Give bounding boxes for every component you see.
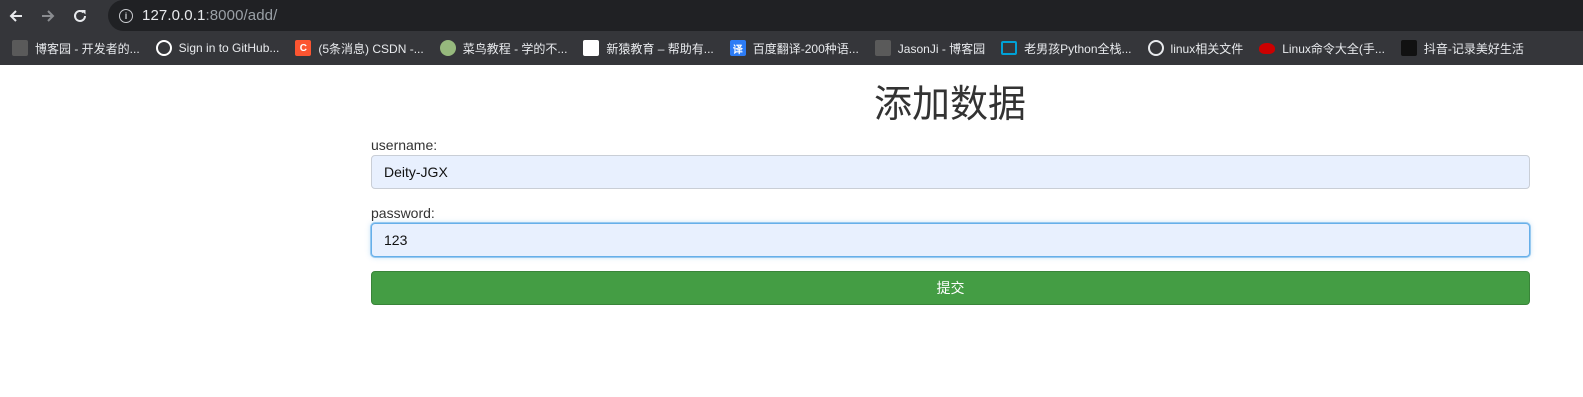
bookmark-item[interactable]: 博客园 - 开发者的... [12, 40, 140, 57]
cnblogs-icon [874, 40, 891, 56]
bookmark-item[interactable]: JasonJi - 博客园 [874, 40, 986, 57]
bookmark-item[interactable]: Linux命令大全(手... [1259, 40, 1385, 57]
submit-button[interactable]: 提交 [371, 271, 1530, 305]
bookmark-item[interactable]: 菜鸟教程 - 学的不... [439, 40, 568, 57]
csdn-icon: C [295, 40, 312, 56]
globe-icon [1147, 40, 1164, 56]
page-title: 添加数据 [873, 84, 1026, 126]
bookmark-label: linux相关文件 [1170, 41, 1244, 56]
redhat-icon [1259, 42, 1276, 54]
bookmark-label: JasonJi - 博客园 [897, 41, 986, 56]
bookmark-item[interactable]: 译百度翻译-200种语... [729, 40, 859, 57]
bilibili-icon [1001, 41, 1018, 55]
forward-button[interactable] [32, 0, 64, 31]
douyin-icon [1400, 40, 1417, 56]
runoob-icon [439, 40, 456, 56]
bookmark-label: 百度翻译-200种语... [752, 41, 859, 56]
url-host: 127.0.0.1 [142, 7, 206, 24]
username-label: username: [371, 137, 438, 153]
bookmark-item[interactable]: 新猿教育 – 帮助有... [583, 40, 714, 57]
bookmark-item[interactable]: 抖音-记录美好生活 [1400, 40, 1524, 57]
page-content: 添加数据 username: password: 提交 [0, 65, 1583, 397]
bookmark-label: 老男孩Python全栈... [1024, 41, 1132, 56]
browser-toolbar: i 127.0.0.1:8000/add/ [0, 0, 1583, 31]
baidu-translate-icon: 译 [729, 40, 746, 56]
bookmark-label: Sign in to GitHub... [178, 41, 280, 55]
bookmark-label: 抖音-记录美好生活 [1423, 41, 1524, 56]
reload-icon [72, 8, 88, 24]
bookmark-label: Linux命令大全(手... [1282, 41, 1385, 56]
xinyuan-icon [583, 40, 600, 56]
back-button[interactable] [0, 0, 32, 31]
username-input[interactable] [371, 155, 1530, 189]
bookmark-item[interactable]: Sign in to GitHub... [155, 40, 280, 56]
password-label: password: [371, 205, 435, 221]
bookmark-item[interactable]: C (5条消息) CSDN -... [295, 40, 424, 57]
github-icon [155, 40, 172, 56]
arrow-right-icon [40, 8, 56, 24]
password-input[interactable] [371, 223, 1530, 257]
bookmark-label: 博客园 - 开发者的... [35, 41, 140, 56]
browser-chrome: i 127.0.0.1:8000/add/ 博客园 - 开发者的... Sign … [0, 0, 1583, 65]
bookmark-label: 新猿教育 – 帮助有... [606, 41, 714, 56]
bookmark-item[interactable]: linux相关文件 [1147, 40, 1244, 57]
url-text[interactable]: 127.0.0.1:8000/add/ [142, 7, 277, 24]
bookmark-item[interactable]: 老男孩Python全栈... [1001, 40, 1132, 57]
bookmark-label: 菜鸟教程 - 学的不... [462, 41, 568, 56]
info-icon[interactable]: i [119, 8, 133, 23]
cnblogs-icon [12, 40, 28, 56]
address-bar[interactable]: i 127.0.0.1:8000/add/ [108, 0, 1583, 31]
arrow-left-icon [8, 8, 24, 24]
url-path: :8000/add/ [205, 7, 278, 24]
reload-button[interactable] [64, 0, 96, 31]
bookmark-label: (5条消息) CSDN -... [318, 41, 424, 56]
bookmarks-bar: 博客园 - 开发者的... Sign in to GitHub... C (5条消息)… [0, 31, 1583, 65]
